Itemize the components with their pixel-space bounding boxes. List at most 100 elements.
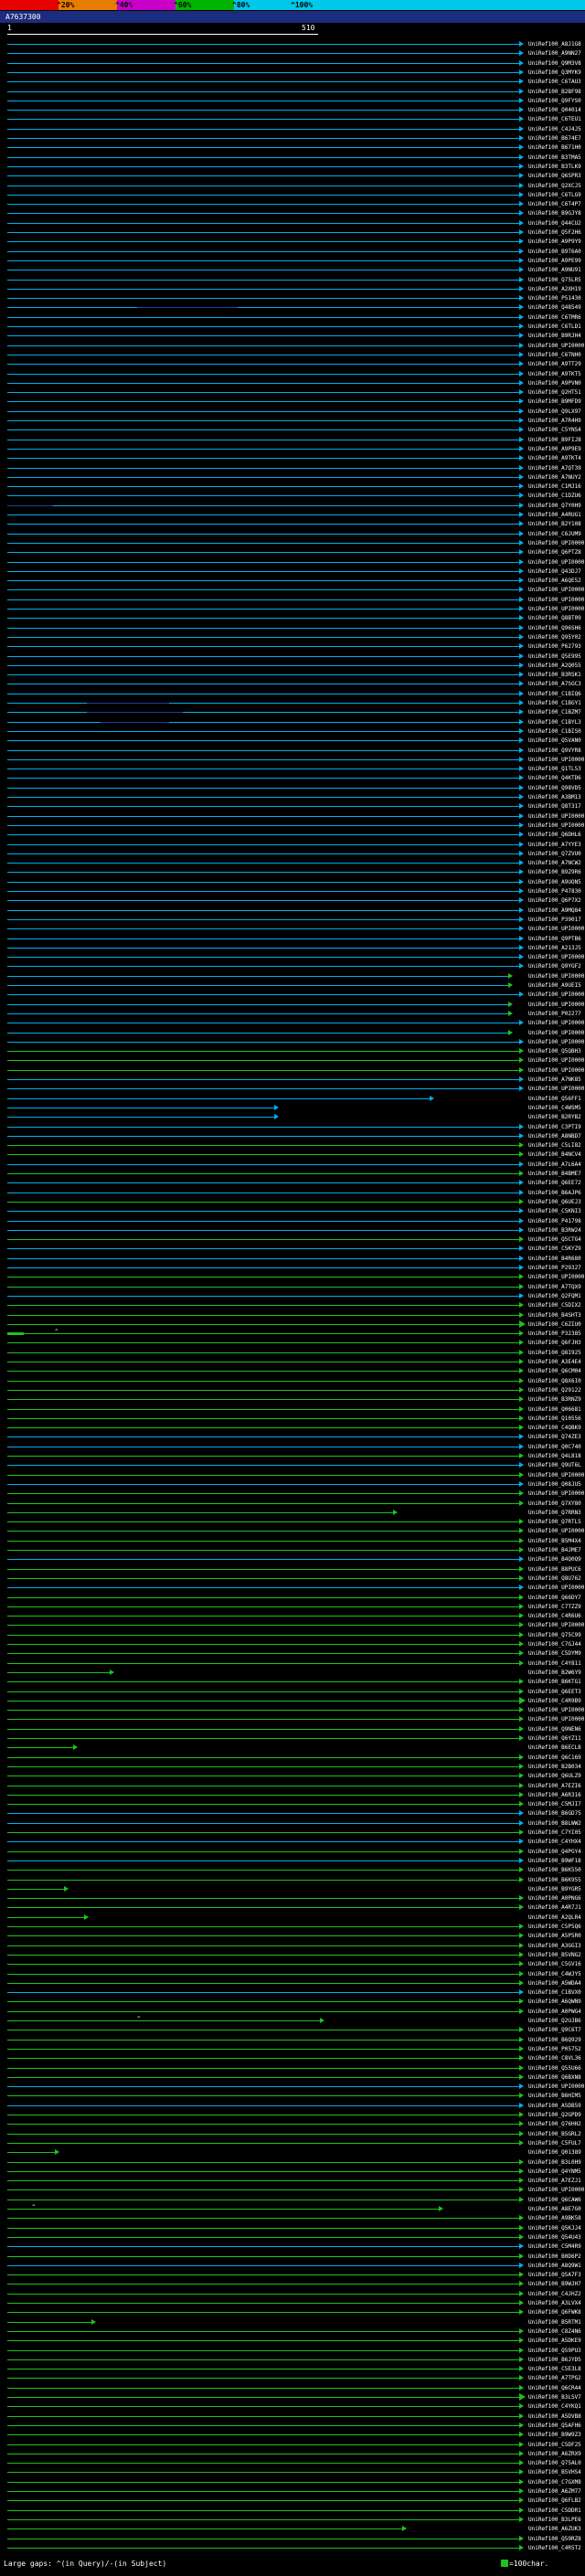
hit-row[interactable]: UniRef100_B9Z9R6 [0,868,585,877]
hit-row[interactable]: UniRef100_Q7RTL5 [0,1518,585,1527]
hit-row[interactable]: UniRef100_C5DF25 [0,2441,585,2450]
hit-row[interactable]: UniRef100_A4R7J1 [0,1903,585,1913]
hit-label[interactable]: UniRef100_C5E3L8 [528,2366,581,2373]
hit-row[interactable]: UniRef100_Q9YGF2 [0,962,585,971]
hit-label[interactable]: UniRef100_Q98VD5 [528,785,581,792]
hit-label[interactable]: UniRef100_UPI0000... [528,606,585,613]
hit-label[interactable]: UniRef100_P47830 [528,888,581,896]
hit-row[interactable]: UniRef100_A7R4H9 [0,417,585,426]
hit-row[interactable]: UniRef100_C4JHZ2 [0,2290,585,2299]
hit-label[interactable]: UniRef100_Q76HH2 [528,2121,581,2128]
hit-row[interactable]: UniRef100_Q04014 [0,106,585,115]
hit-row[interactable]: UniRef100_Q01389 [0,2148,585,2157]
hit-row[interactable]: UniRef100_A5DB59 [0,2102,585,2111]
hit-label[interactable]: UniRef100_Q5KJJ4 [528,2225,581,2232]
hit-label[interactable]: UniRef100_B4Q0Q9 [528,1556,581,1564]
hit-row[interactable]: UniRef100_B5VHS4 [0,2468,585,2477]
hit-row[interactable]: UniRef100_A213J5 [0,944,585,953]
hit-row[interactable]: UniRef100_A9TKT5 [0,370,585,379]
hit-row[interactable]: UniRef100_A9NN27 [0,49,585,58]
hit-row[interactable]: UniRef100_B9FIJ8 [0,436,585,445]
hit-row[interactable]: UniRef100_A7L6A4 [0,1161,585,1170]
hit-row[interactable]: UniRef100_C6TLG9 [0,191,585,200]
hit-row[interactable]: UniRef100_B6JYD5 [0,2356,585,2365]
hit-row[interactable]: UniRef100_B3RW24 [0,1226,585,1235]
hit-label[interactable]: UniRef100_UPI0000... [528,1039,585,1046]
hit-label[interactable]: UniRef100_C6T4P7 [528,201,581,208]
hit-label[interactable]: UniRef100_A7TQX9 [528,1284,581,1291]
hit-label[interactable]: UniRef100_UPI0000... [528,813,585,821]
hit-row[interactable]: UniRef100_A3BM13 [0,793,585,802]
hit-label[interactable]: UniRef100_Q75LR5 [528,277,581,284]
hit-row[interactable]: UniRef100_C4R5T2 [0,2544,585,2553]
hit-row[interactable]: UniRef100_B6Q929 [0,2036,585,2045]
hit-label[interactable]: UniRef100_B9RJH4 [528,333,581,340]
hit-label[interactable]: UniRef100_Q7ZVU0 [528,851,581,858]
hit-label[interactable]: UniRef100_UPI0000... [528,822,585,830]
hit-label[interactable]: UniRef100_C5GV16 [528,1961,581,1968]
hit-row[interactable]: UniRef100_UPI0000... [0,558,585,567]
hit-row[interactable]: UniRef100_Q5AFH6 [0,2422,585,2431]
hit-label[interactable]: UniRef100_Q5VAN0 [528,737,581,745]
hit-row[interactable]: UniRef100_A6QE52 [0,577,585,586]
hit-label[interactable]: UniRef100_B2B034 [528,1764,581,1771]
hit-label[interactable]: UniRef100_A7EZJ1 [528,2178,581,2185]
hit-row[interactable]: UniRef100_P47830 [0,887,585,896]
hit-label[interactable]: UniRef100_C4QBK9 [528,1425,581,1432]
hit-row[interactable]: UniRef100_Q6C169 [0,1754,585,1763]
hit-row[interactable]: UniRef100_Q59RZ8 [0,2535,585,2544]
hit-row[interactable]: UniRef100_Q9NEN6 [0,1725,585,1734]
hit-label[interactable]: UniRef100_UPI0000... [528,1274,585,1281]
hit-row[interactable]: UniRef100_B4SHT3 [0,1311,585,1320]
hit-label[interactable]: UniRef100_C4WJY5 [528,1971,581,1978]
hit-row[interactable]: UniRef100_A7NCW2 [0,859,585,868]
hit-row[interactable]: UniRef100_C4J4J5 [0,125,585,134]
hit-row[interactable]: UniRef100_C1DZU6 [0,492,585,501]
hit-row[interactable]: UniRef100_A6R316 [0,1791,585,1800]
hit-label[interactable]: UniRef100_Q6FLB2 [528,2497,581,2505]
hit-row[interactable]: UniRef100_P39017 [0,916,585,925]
hit-row[interactable]: UniRef100_Q2XCJ5 [0,182,585,191]
hit-row[interactable]: UniRef100_P05752 [0,2045,585,2054]
hit-row[interactable]: UniRef100_UPI0000... [0,991,585,1000]
hit-label[interactable]: UniRef100_A9BK58 [528,2215,581,2222]
hit-row[interactable]: UniRef100_P29327 [0,1264,585,1273]
hit-label[interactable]: UniRef100_UPI0000... [528,2187,585,2194]
hit-row[interactable]: UniRef100_Q6BXN8 [0,2073,585,2083]
hit-row[interactable]: UniRef100_B6K550 [0,1866,585,1875]
hit-label[interactable]: UniRef100_B6HIM5 [528,2093,581,2100]
hit-label[interactable]: UniRef100_A5DKE9 [528,2337,581,2345]
hit-row[interactable]: UniRef100_B6AJP6 [0,1189,585,1198]
hit-row[interactable]: UniRef100_Q08JU5 [0,1480,585,1489]
hit-label[interactable]: UniRef100_Q6FWK8 [528,2309,581,2316]
hit-label[interactable]: UniRef100_C8VL36 [528,2055,581,2062]
hit-row[interactable]: UniRef100_Q6CAW6 [0,2196,585,2205]
hit-label[interactable]: UniRef100_A3LVX4 [528,2300,581,2307]
hit-row[interactable]: UniRef100_B6K955 [0,1876,585,1885]
hit-label[interactable]: UniRef100_C1BZM7 [528,709,581,716]
hit-row[interactable]: UniRef100_Q75LR5 [0,276,585,285]
hit-label[interactable]: UniRef100_B5GRL2 [528,2131,581,2138]
hit-row[interactable]: UniRef100_C5MJI7 [0,1800,585,1809]
hit-row[interactable]: UniRef100_Q75AL0 [0,2459,585,2468]
hit-label[interactable]: UniRef100_B2Y108 [528,521,581,528]
hit-row[interactable]: UniRef100_Q7RRN3 [0,1509,585,1518]
hit-label[interactable]: UniRef100_B3LPE6 [528,2517,581,2524]
hit-label[interactable]: UniRef100_B6JYD5 [528,2357,581,2364]
hit-label[interactable]: UniRef100_C6TAU3 [528,79,581,86]
hit-label[interactable]: UniRef100_P39017 [528,917,581,924]
hit-label[interactable]: UniRef100_A6ZRX9 [528,2451,581,2458]
hit-label[interactable]: UniRef100_A9UEI5 [528,982,581,990]
hit-row[interactable]: UniRef100_Q5F2H6 [0,228,585,238]
hit-row[interactable]: UniRef100_B6GD75 [0,1809,585,1818]
hit-row[interactable]: UniRef100_B3TLK9 [0,163,585,172]
hit-row[interactable]: UniRef100_UPI0000... [0,605,585,614]
hit-label[interactable]: UniRef100_Q44CU2 [528,220,581,228]
hit-label[interactable]: UniRef100_A7R4H9 [528,418,581,425]
hit-row[interactable]: UniRef100_Q66DY7 [0,1594,585,1603]
hit-label[interactable]: UniRef100_Q75AL0 [528,2460,581,2467]
hit-label[interactable]: UniRef100_Q4YNM5 [528,2168,581,2176]
hit-label[interactable]: UniRef100_A7SGC3 [528,681,581,688]
hit-label[interactable]: UniRef100_Q96SH6 [528,625,581,632]
hit-label[interactable]: UniRef100_A5DVB8 [528,2413,581,2421]
